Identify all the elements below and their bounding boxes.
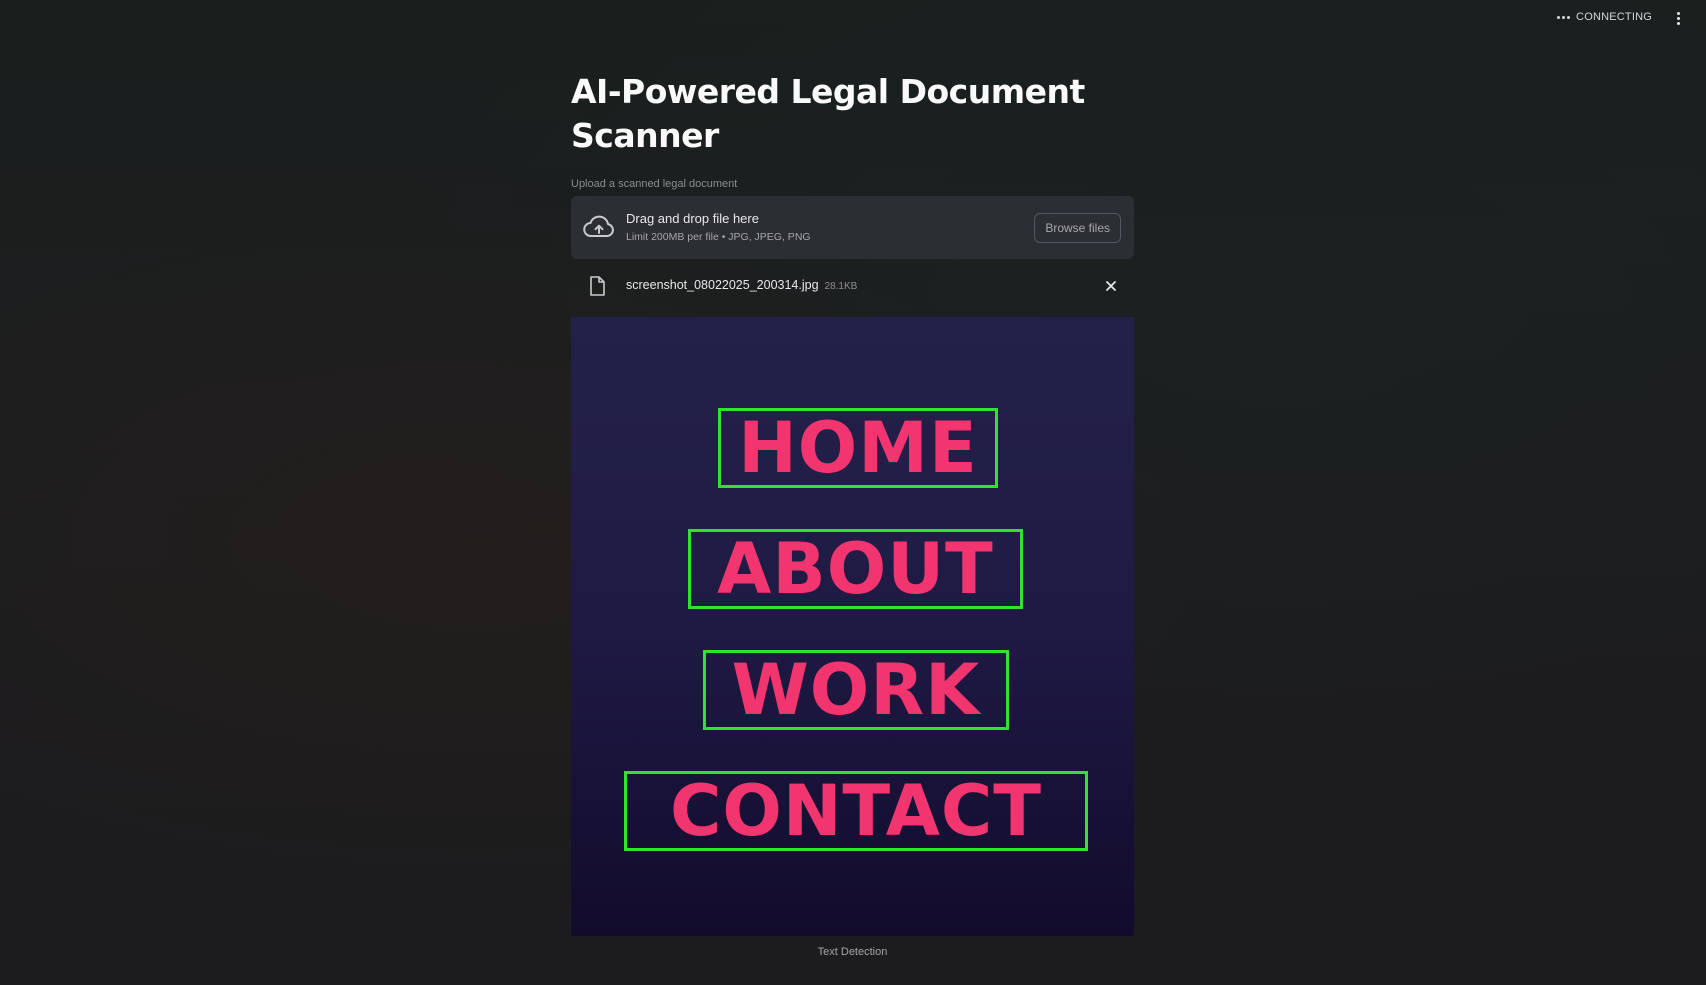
text-detection-image: HOME ABOUT WORK CONTACT xyxy=(571,317,1134,936)
connection-status-text: CONNECTING xyxy=(1576,11,1652,23)
page-title: AI-Powered Legal Document Scanner xyxy=(571,72,1085,155)
detected-word-box: CONTACT xyxy=(624,771,1088,851)
dropzone-limits: Limit 200MB per file • JPG, JPEG, PNG xyxy=(626,231,811,243)
cloud-upload-icon xyxy=(583,215,614,238)
file-dropzone[interactable]: Drag and drop file here Limit 200MB per … xyxy=(571,196,1134,259)
loading-dots-icon xyxy=(1557,15,1571,19)
connection-status: CONNECTING xyxy=(1557,11,1652,23)
file-size: 28.1KB xyxy=(824,281,858,292)
dropzone-text: Drag and drop file here Limit 200MB per … xyxy=(626,211,811,243)
main-content: AI-Powered Legal Document Scanner Upload… xyxy=(571,70,1134,958)
detected-word-box: WORK xyxy=(703,650,1009,730)
file-icon xyxy=(590,276,605,296)
file-name: screenshot_08022025_200314.jpg 28.1KB xyxy=(626,278,857,292)
detected-word-box: HOME xyxy=(718,408,998,488)
vertical-ellipsis-icon xyxy=(1676,11,1680,15)
browse-files-button[interactable]: Browse files xyxy=(1034,213,1121,243)
dropzone-title: Drag and drop file here xyxy=(626,211,759,226)
top-bar: CONNECTING xyxy=(0,0,1706,36)
uploaded-file-row: screenshot_08022025_200314.jpg 28.1KB xyxy=(571,274,1134,298)
file-name-text: screenshot_08022025_200314.jpg xyxy=(626,278,819,292)
main-menu-button[interactable] xyxy=(1668,8,1688,28)
remove-file-close-icon[interactable] xyxy=(1102,277,1120,295)
detected-word-box: ABOUT xyxy=(688,529,1023,609)
image-caption: Text Detection xyxy=(817,946,888,958)
uploader-label: Upload a scanned legal document xyxy=(571,178,738,190)
